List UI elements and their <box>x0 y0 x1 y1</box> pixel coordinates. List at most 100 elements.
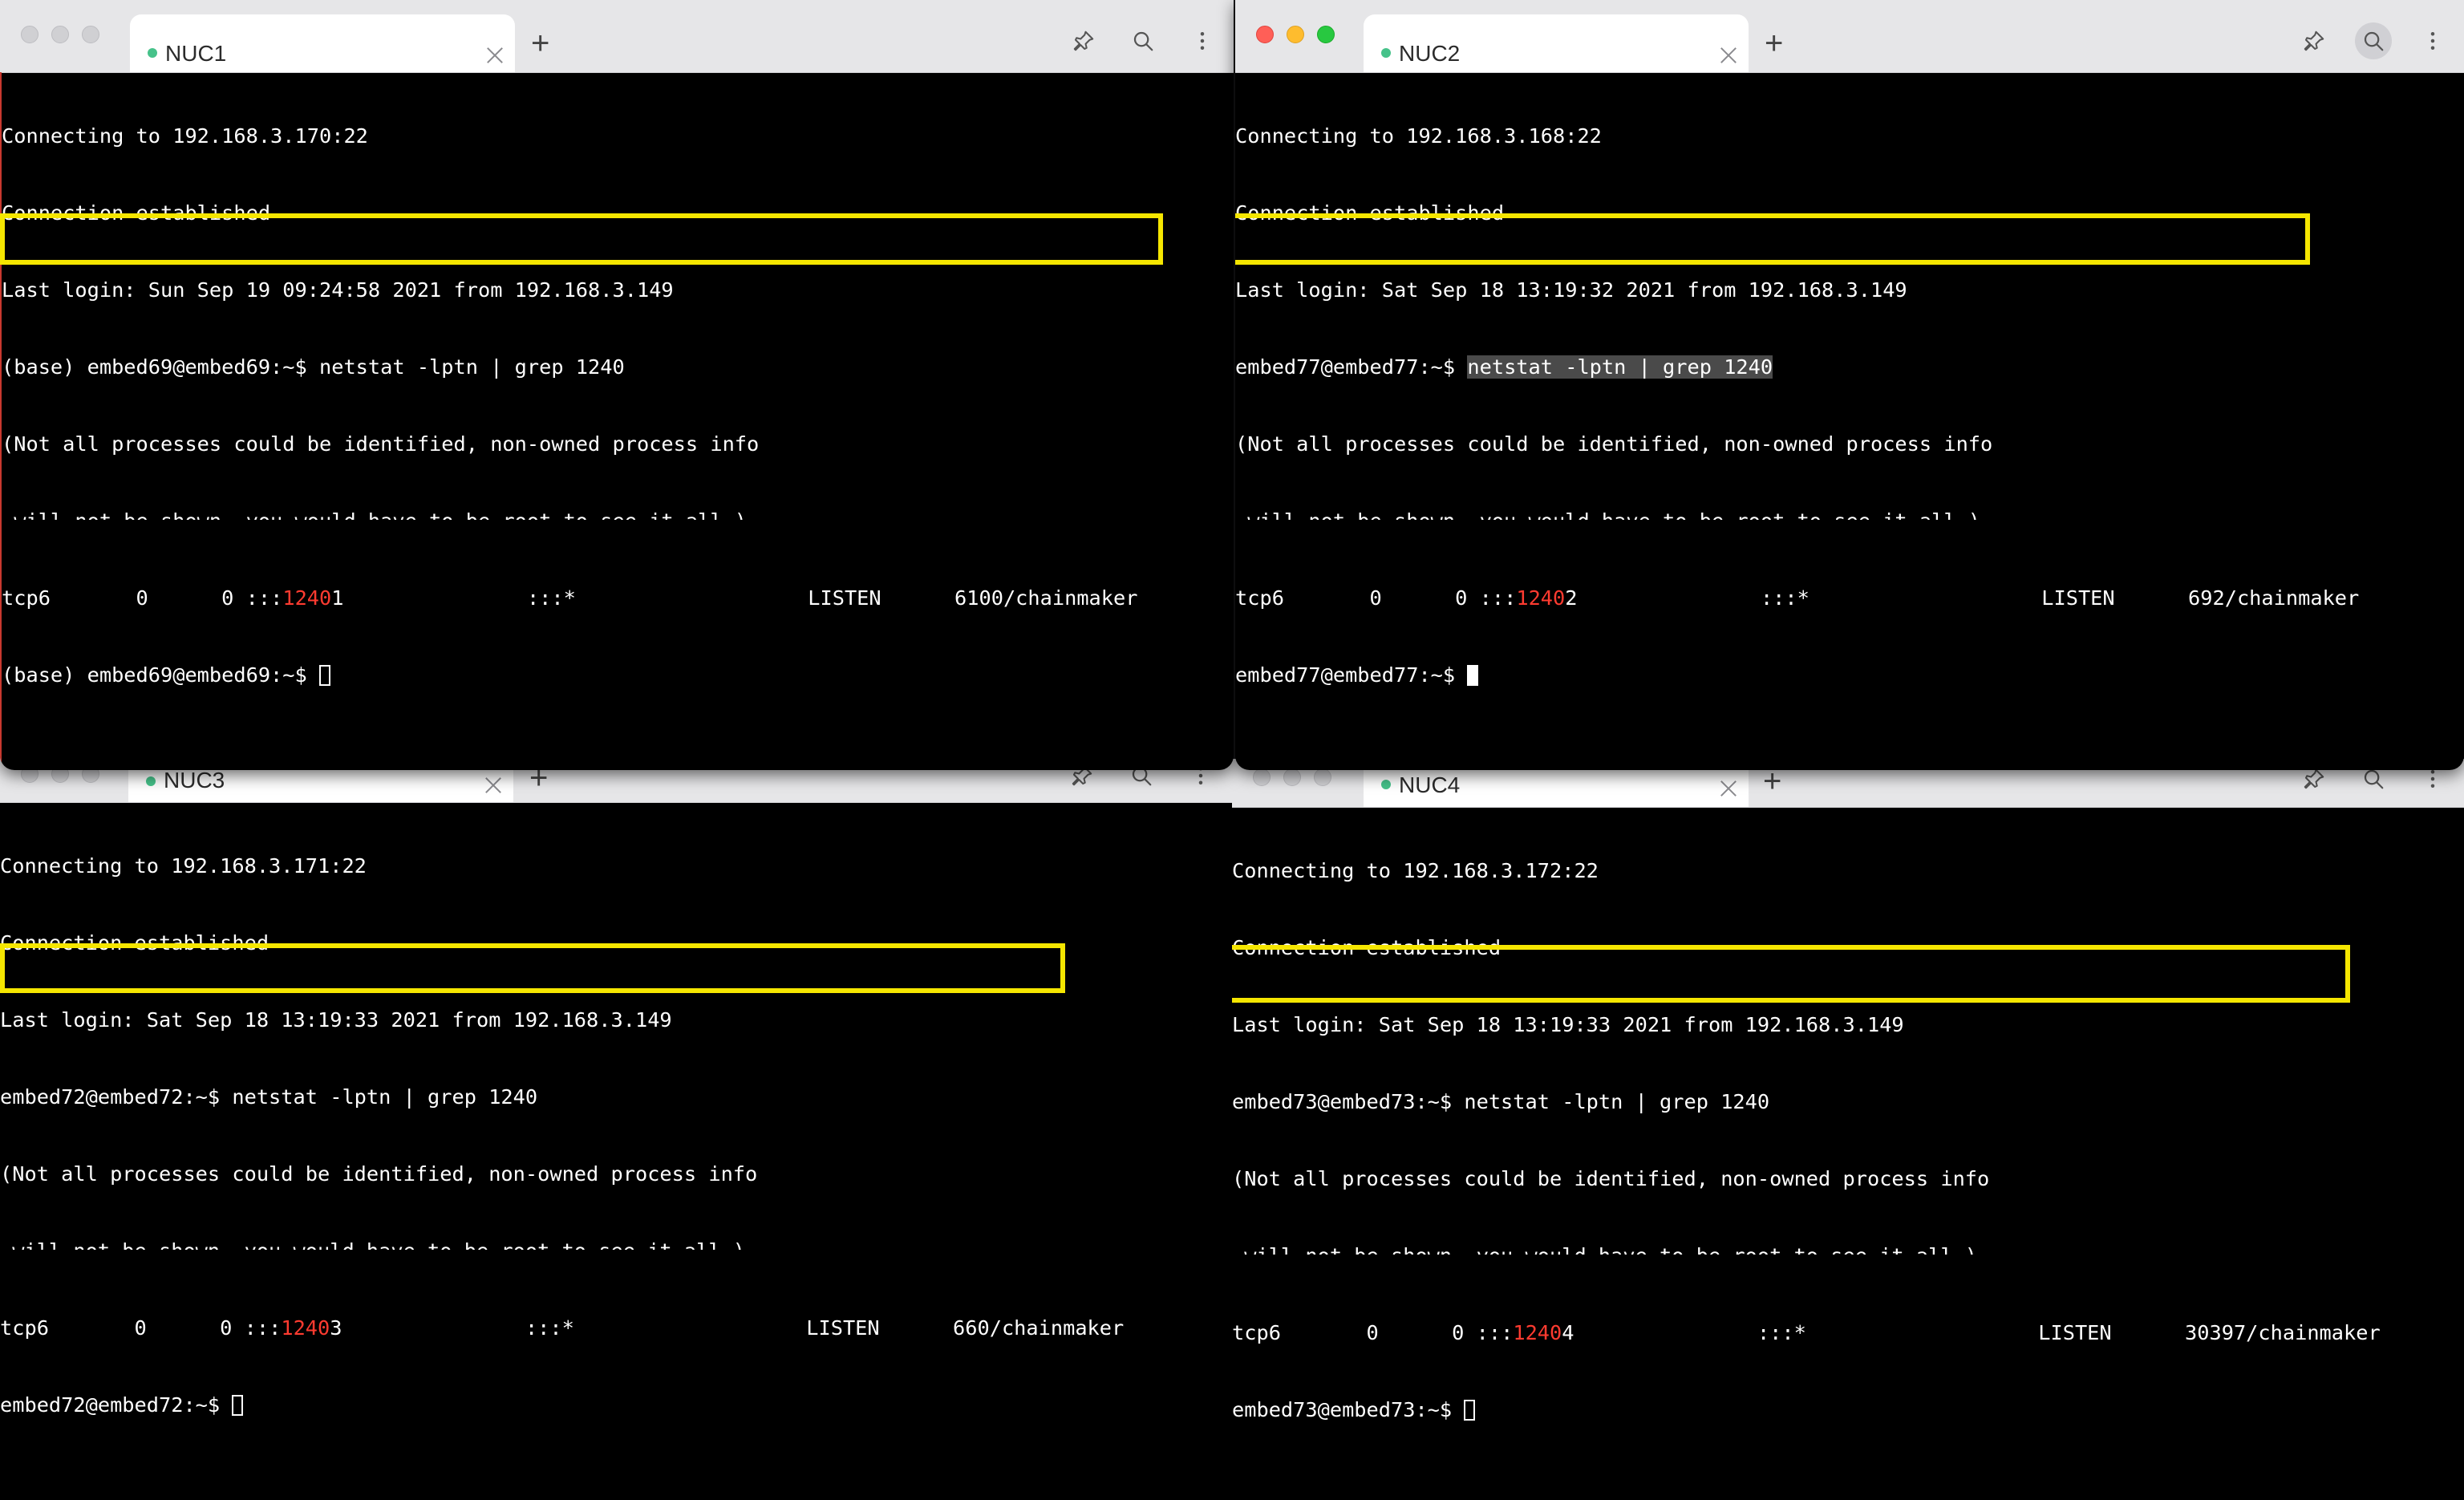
terminal-line: Connection established <box>1232 936 1502 959</box>
netstat-result-row: tcp6 0 0 ::: 1240 1 :::* LISTEN 6100/chain… <box>2 586 1234 611</box>
state: LISTEN <box>806 1316 880 1340</box>
window-controls <box>1256 26 1335 43</box>
search-icon[interactable] <box>1131 29 1155 53</box>
terminal-line: (Not all processes could be identified, … <box>2 432 760 456</box>
search-button[interactable] <box>2355 22 2392 59</box>
close-icon[interactable] <box>486 47 504 64</box>
tab-title: NUC1 <box>165 41 227 66</box>
proto: tcp6 <box>2 586 51 610</box>
recv-q: 0 <box>1369 586 1382 610</box>
prompt: embed77@embed77:~$ <box>1235 355 1468 379</box>
status-dot-icon <box>1381 48 1391 58</box>
status-dot-icon <box>148 48 157 58</box>
close-window-button[interactable] <box>1253 768 1270 786</box>
pid-program: 30397/chainmaker <box>2185 1321 2381 1344</box>
port-rest: 3 <box>330 1316 342 1340</box>
terminal-window-nuc2: NUC2 + Connecting to 192.168.3.168:22 Co… <box>1235 0 2464 770</box>
close-window-button[interactable] <box>1256 26 1274 43</box>
terminal-window-nuc3: NUC3 + Connecting to 192.168.3.171:22 Co… <box>0 756 1232 1500</box>
search-icon[interactable] <box>2361 767 2385 791</box>
terminal-line: Connecting to 192.168.3.172:22 <box>1232 859 1599 882</box>
more-icon[interactable] <box>1190 29 1214 53</box>
tab-nuc1[interactable]: NUC1 <box>130 14 515 72</box>
minimize-window-button[interactable] <box>1287 26 1304 43</box>
more-icon[interactable] <box>2421 767 2445 791</box>
terminal-line: Connecting to 192.168.3.168:22 <box>1235 124 1602 148</box>
netstat-result-row: tcp6 0 0 ::: 1240 3 :::* LISTEN 660/chainm… <box>0 1316 1232 1341</box>
terminal-line: Connection established <box>0 931 270 955</box>
state: LISTEN <box>2038 1321 2112 1344</box>
terminal-line: embed72@embed72:~$ netstat -lptn | grep … <box>0 1085 538 1109</box>
close-window-button[interactable] <box>21 26 38 43</box>
minimize-window-button[interactable] <box>51 26 69 43</box>
close-icon[interactable] <box>484 776 502 794</box>
window-controls <box>21 26 99 43</box>
terminal-line: Connecting to 192.168.3.171:22 <box>0 854 367 878</box>
terminal-output[interactable]: Connecting to 192.168.3.172:22 Connectio… <box>1232 807 2464 1500</box>
tab-title: NUC2 <box>1399 41 1461 66</box>
prompt-line: (base) embed69@embed69:~$ <box>2 663 1234 688</box>
terminal-line: (Not all processes could be identified, … <box>1235 432 1993 456</box>
title-bar: NUC2 + <box>1235 0 2464 73</box>
close-icon[interactable] <box>1720 780 1737 797</box>
port-match: 1240 <box>282 586 332 610</box>
minimize-window-button[interactable] <box>1283 768 1301 786</box>
port-match: 1240 <box>1513 1321 1562 1344</box>
search-icon <box>2364 31 2384 51</box>
zoom-window-button[interactable] <box>82 26 99 43</box>
foreign-address: :::* <box>525 1316 574 1340</box>
prompt: embed73@embed73:~$ <box>1232 1398 1465 1421</box>
plus-icon[interactable]: + <box>1763 765 1781 797</box>
zoom-window-button[interactable] <box>1314 768 1331 786</box>
terminal-output[interactable]: Connecting to 192.168.3.171:22 Connectio… <box>0 802 1232 1500</box>
prompt: (base) embed69@embed69:~$ <box>2 663 319 687</box>
plus-icon[interactable]: + <box>531 27 549 59</box>
terminal-line: will not be shown, you would have to be … <box>1232 1243 2464 1255</box>
state: LISTEN <box>2041 586 2115 610</box>
terminal-output[interactable]: Connecting to 192.168.3.168:22 Connectio… <box>1235 72 2464 770</box>
recv-q: 0 <box>134 1316 147 1340</box>
proto: tcp6 <box>0 1316 49 1340</box>
addr-prefix: ::: <box>1476 1321 1514 1344</box>
status-dot-icon <box>1381 780 1391 789</box>
title-bar: NUC1 + <box>0 0 1234 73</box>
cursor-icon <box>1464 1400 1476 1421</box>
terminal-line: will not be shown, you would have to be … <box>0 1239 1232 1250</box>
recv-q: 0 <box>136 586 148 610</box>
window-controls <box>1253 768 1331 786</box>
prompt-line: embed77@embed77:~$ <box>1235 663 2464 688</box>
send-q: 0 <box>1455 586 1468 610</box>
send-q: 0 <box>221 586 234 610</box>
tab-nuc2[interactable]: NUC2 <box>1364 14 1749 72</box>
pin-icon[interactable] <box>2302 767 2326 791</box>
terminal-line: Connecting to 192.168.3.170:22 <box>2 124 368 148</box>
cursor-icon <box>1467 665 1479 686</box>
terminal-window-nuc1: NUC1 + Connecting to 192.168.3.170:22 Co… <box>0 0 1234 770</box>
pid-program: 6100/chainmaker <box>954 586 1138 610</box>
addr-prefix: ::: <box>245 586 283 610</box>
terminal-line: (Not all processes could be identified, … <box>1232 1167 1990 1190</box>
terminal-line: embed77@embed77:~$ netstat -lptn | grep … <box>1235 355 2464 380</box>
selected-command: netstat -lptn | grep 1240 <box>1467 355 1773 379</box>
port-rest: 1 <box>331 586 344 610</box>
plus-icon[interactable]: + <box>1765 27 1783 59</box>
netstat-result-row: tcp6 0 0 ::: 1240 2 :::* LISTEN 692/chainm… <box>1235 586 2464 611</box>
close-icon[interactable] <box>1720 47 1737 64</box>
prompt: embed77@embed77:~$ <box>1235 663 1468 687</box>
pin-icon[interactable] <box>2302 29 2326 53</box>
port-rest: 2 <box>1565 586 1578 610</box>
zoom-window-button[interactable] <box>1317 26 1335 43</box>
port-rest: 4 <box>1562 1321 1574 1344</box>
send-q: 0 <box>1452 1321 1465 1344</box>
terminal-line: will not be shown, you would have to be … <box>2 509 1234 520</box>
toolbar-icons <box>2302 767 2445 791</box>
prompt-line: embed72@embed72:~$ <box>0 1393 1232 1418</box>
addr-prefix: ::: <box>1479 586 1517 610</box>
pid-program: 692/chainmaker <box>2188 586 2360 610</box>
terminal-output[interactable]: Connecting to 192.168.3.170:22 Connectio… <box>2 72 1234 770</box>
pid-program: 660/chainmaker <box>953 1316 1125 1340</box>
toolbar-icons <box>2302 22 2445 59</box>
pin-icon[interactable] <box>1072 29 1096 53</box>
send-q: 0 <box>220 1316 233 1340</box>
more-icon[interactable] <box>2421 29 2445 53</box>
